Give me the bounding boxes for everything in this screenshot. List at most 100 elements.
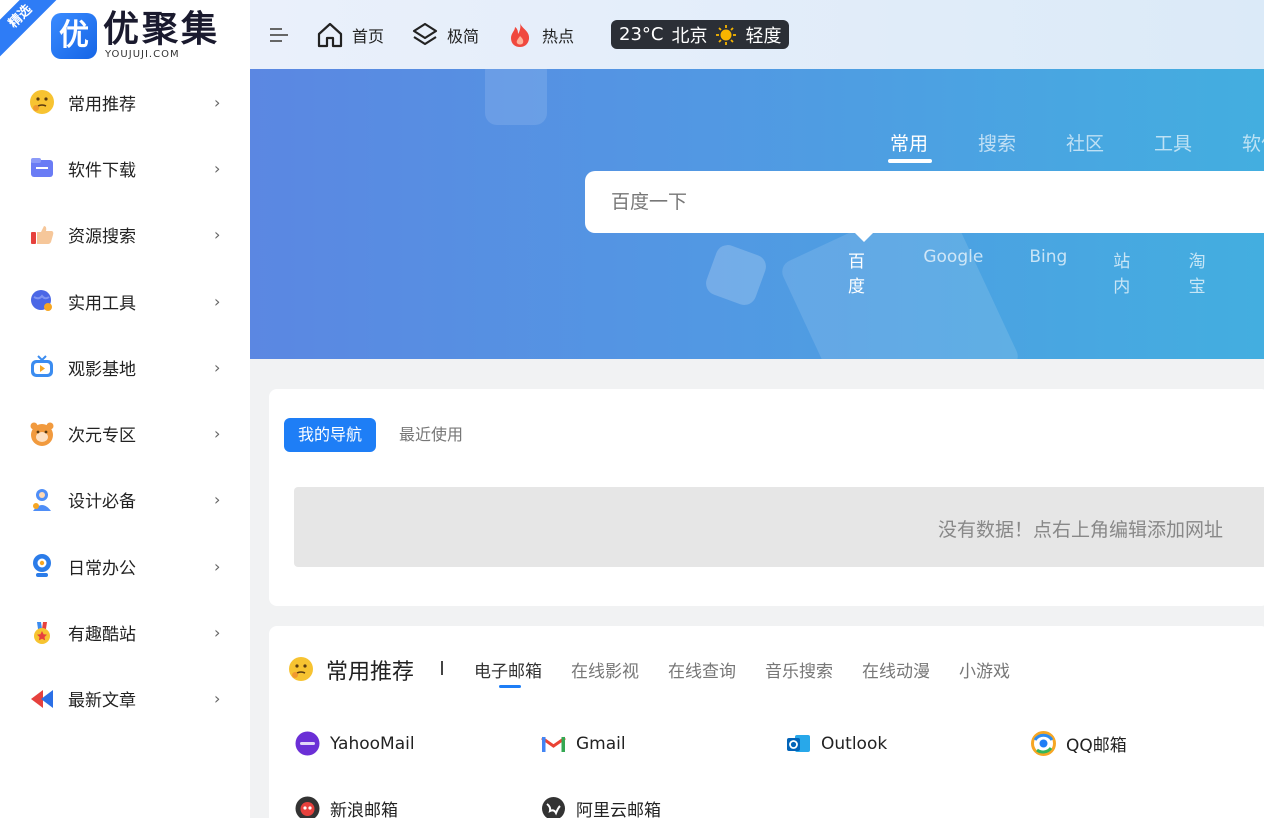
logo[interactable]: 精选 优 优聚集 YOUJUJI.COM	[0, 0, 250, 70]
sidebar: 精选 优 优聚集 YOUJUJI.COM 常用推荐 › 软件下载 › 资源搜索 …	[0, 0, 250, 818]
engine-bing[interactable]: Bing	[1029, 247, 1067, 297]
site-gmail[interactable]: Gmail	[541, 731, 626, 756]
chevron-right-icon: ›	[214, 357, 221, 377]
sidebar-item-office[interactable]: 日常办公 ›	[0, 533, 250, 599]
sidebar-item-label: 设计必备	[68, 492, 136, 513]
tab-games[interactable]: 小游戏	[959, 657, 1010, 682]
my-nav-card: 我的导航 最近使用 没有数据！点右上角编辑添加网址	[269, 389, 1264, 606]
site-aliyun[interactable]: 阿里云邮箱	[541, 796, 661, 818]
nav-home-link[interactable]: 首页	[316, 20, 384, 50]
weather-temp: 23°C	[619, 24, 664, 45]
sina-icon	[295, 796, 320, 818]
sidebar-item-label: 有趣酷站	[68, 625, 136, 646]
site-label: 阿里云邮箱	[576, 801, 661, 818]
sidebar-item-label: 日常办公	[68, 558, 136, 579]
engine-taobao[interactable]: 淘宝	[1189, 247, 1218, 297]
section-title: 常用推荐	[326, 660, 415, 685]
sidebar-item-tools[interactable]: 实用工具 ›	[0, 268, 250, 334]
recommend-tabs: 电子邮箱 在线影视 在线查询 音乐搜索 在线动漫 小游戏	[474, 657, 1039, 688]
sidebar-nav: 常用推荐 › 软件下载 › 资源搜索 › 实用工具 › 观影基地 › 次元专区 …	[0, 69, 250, 732]
decor-shape	[702, 241, 770, 309]
site-label: 新浪邮箱	[330, 801, 398, 818]
search-category-tabs: 常用 搜索 社区 工具 软件	[888, 129, 1264, 163]
site-qqmail[interactable]: QQ邮箱	[1031, 731, 1127, 756]
site-label: YahooMail	[330, 733, 415, 754]
menu-toggle-icon[interactable]	[270, 25, 290, 45]
engine-site[interactable]: 站内	[1113, 247, 1142, 297]
top-bar: 首页 极简 热点 23°C 北京 轻度	[250, 0, 1264, 69]
sidebar-item-label: 最新文章	[68, 691, 136, 712]
site-sina[interactable]: 新浪邮箱	[295, 796, 398, 818]
chevron-right-icon: ›	[214, 158, 221, 178]
tab-music[interactable]: 音乐搜索	[765, 657, 833, 682]
search-hero: 常用 搜索 社区 工具 软件 百度 Google Bing 站内 淘宝	[250, 69, 1264, 359]
tab-my-nav[interactable]: 我的导航	[284, 418, 377, 452]
sidebar-item-anime[interactable]: 次元专区 ›	[0, 400, 250, 466]
tab-video[interactable]: 在线影视	[571, 657, 639, 682]
layers-icon	[412, 22, 438, 46]
engine-baidu[interactable]: 百度	[848, 247, 877, 297]
tab-community[interactable]: 社区	[1066, 129, 1154, 156]
nav-home-label: 首页	[352, 27, 385, 46]
globe-icon	[31, 290, 52, 312]
gmail-icon	[541, 736, 566, 752]
folder-icon	[31, 158, 53, 178]
recommend-card: 常用推荐 电子邮箱 在线影视 在线查询 音乐搜索 在线动漫 小游戏 YahooM…	[269, 626, 1264, 818]
site-label: Outlook	[821, 733, 888, 754]
search-engine-tabs: 百度 Google Bing 站内 淘宝	[848, 247, 1264, 297]
thinking-emoji-icon	[30, 90, 54, 115]
aliyun-icon	[542, 797, 565, 818]
tab-anime[interactable]: 在线动漫	[862, 657, 930, 682]
decor-shape	[485, 69, 547, 125]
yahoo-icon	[295, 731, 320, 756]
weather-widget[interactable]: 23°C 北京 轻度	[611, 20, 790, 49]
tab-search[interactable]: 搜索	[978, 129, 1066, 156]
tab-lookup[interactable]: 在线查询	[668, 657, 736, 682]
qq-mail-icon	[1031, 731, 1056, 756]
tab-software[interactable]: 软件	[1242, 129, 1264, 156]
logo-domain: YOUJUJI.COM	[105, 49, 180, 60]
designer-icon	[33, 488, 51, 511]
thumbs-up-icon	[31, 225, 54, 244]
logo-mark: 优	[51, 13, 97, 59]
empty-placeholder: 没有数据！点右上角编辑添加网址	[294, 487, 1264, 567]
search-input[interactable]	[585, 171, 1185, 233]
sidebar-item-label: 次元专区	[68, 426, 136, 447]
chevron-right-icon: ›	[214, 623, 221, 643]
tab-recent[interactable]: 最近使用	[399, 418, 463, 452]
home-icon	[317, 22, 343, 48]
divider	[441, 661, 443, 675]
sidebar-item-movies[interactable]: 观影基地 ›	[0, 334, 250, 400]
sidebar-item-articles[interactable]: 最新文章 ›	[0, 666, 250, 732]
fire-icon	[511, 23, 530, 47]
nav-hot-link[interactable]: 热点	[506, 20, 574, 50]
sidebar-item-resources[interactable]: 资源搜索 ›	[0, 202, 250, 268]
sidebar-item-label: 资源搜索	[68, 227, 136, 248]
site-yahoomail[interactable]: YahooMail	[295, 731, 415, 756]
sidebar-item-software[interactable]: 软件下载 ›	[0, 135, 250, 201]
chevron-right-icon: ›	[214, 556, 221, 576]
tab-common[interactable]: 常用	[888, 129, 978, 163]
chevron-right-icon: ›	[214, 689, 221, 709]
thinking-emoji-icon	[289, 657, 313, 681]
chevron-right-icon: ›	[214, 92, 221, 112]
nav-hot-label: 热点	[542, 27, 575, 46]
sidebar-item-recommend[interactable]: 常用推荐 ›	[0, 69, 250, 135]
empty-message: 没有数据！点右上角编辑添加网址	[938, 519, 1224, 541]
nav-minimal-link[interactable]: 极简	[411, 20, 479, 50]
tab-email[interactable]: 电子邮箱	[474, 657, 542, 688]
outlook-icon	[787, 735, 810, 752]
sidebar-item-label: 常用推荐	[68, 94, 136, 115]
sidebar-item-fun[interactable]: 有趣酷站 ›	[0, 599, 250, 665]
engine-google[interactable]: Google	[923, 247, 983, 297]
sidebar-item-design[interactable]: 设计必备 ›	[0, 467, 250, 533]
site-outlook[interactable]: Outlook	[786, 731, 887, 756]
engine-pointer	[855, 233, 873, 242]
sun-icon	[716, 24, 737, 45]
weather-air-quality: 轻度	[745, 25, 782, 47]
tab-tools[interactable]: 工具	[1154, 129, 1242, 156]
logo-text: 优聚集	[103, 9, 221, 50]
sidebar-item-label: 实用工具	[68, 293, 136, 314]
chevron-right-icon: ›	[214, 225, 221, 245]
bear-face-icon	[30, 422, 54, 446]
